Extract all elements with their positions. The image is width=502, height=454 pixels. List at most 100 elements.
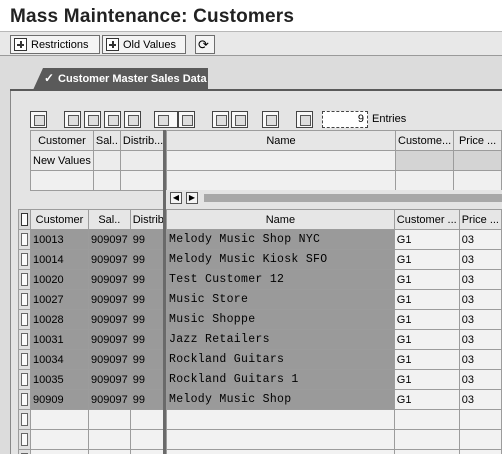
refresh-button[interactable]: ⟳ [195, 35, 215, 54]
sales-org-cell[interactable]: 909097 [88, 229, 131, 250]
customer-group-cell[interactable]: G1 [393, 349, 460, 370]
scroll-left-icon[interactable]: ◀ [170, 192, 182, 204]
name-cell[interactable]: Music Shoppe [166, 309, 395, 330]
table-settings-icon[interactable] [21, 213, 28, 226]
scroll-right-icon[interactable]: ▶ [186, 192, 198, 204]
row-select-handle[interactable] [21, 273, 28, 286]
row-select-handle[interactable] [21, 373, 28, 386]
row-select-handle[interactable] [21, 333, 28, 346]
restrictions-button[interactable]: Restrictions [10, 35, 100, 54]
row-selector[interactable] [18, 269, 31, 290]
row-selector[interactable] [18, 409, 31, 430]
price-cell[interactable]: 03 [458, 249, 502, 270]
price-cell[interactable]: 03 [458, 389, 502, 410]
new-value-price-input[interactable] [453, 150, 502, 171]
table-row[interactable]: Melody Music Kiosk SFO G1 03 [166, 249, 502, 270]
column-header-customer[interactable]: Customer [30, 130, 94, 151]
row-select-handle[interactable] [21, 313, 28, 326]
row-select-button[interactable] [18, 429, 31, 450]
customer-cell[interactable]: 10028 [30, 309, 89, 330]
row-select-button[interactable] [18, 449, 31, 454]
customer-group-cell[interactable]: G1 [393, 329, 460, 350]
row-select-button[interactable] [18, 349, 31, 370]
customer-cell[interactable]: 10027 [30, 289, 89, 310]
row-select-button[interactable] [18, 369, 31, 390]
row-select-handle[interactable] [21, 293, 28, 306]
row-selector[interactable] [18, 229, 31, 250]
sort-descending-icon[interactable] [104, 111, 121, 128]
row-select-button[interactable] [18, 269, 31, 290]
row-select-button[interactable] [18, 309, 31, 330]
table-row[interactable]: Melody Music Shop G1 03 [166, 389, 502, 410]
column-header-name[interactable]: Name [166, 209, 395, 230]
customer-group-cell[interactable]: G1 [393, 249, 460, 270]
row-select-button[interactable] [18, 289, 31, 310]
select-all-icon[interactable] [30, 111, 47, 128]
table-row[interactable]: Rockland Guitars G1 03 [166, 349, 502, 370]
row-select-button[interactable] [18, 409, 31, 430]
new-value-name-input[interactable] [166, 150, 396, 171]
customer-cell[interactable]: 10035 [30, 369, 89, 390]
row-selector[interactable] [18, 289, 31, 310]
column-header-customer-group[interactable]: Custome... [394, 130, 455, 151]
scrollbar-thumb[interactable] [204, 194, 502, 202]
row-selector[interactable] [18, 449, 31, 454]
row-selector[interactable] [18, 389, 31, 410]
sort-ascending-icon[interactable] [84, 111, 101, 128]
customer-group-cell[interactable]: G1 [393, 229, 460, 250]
row-selector[interactable] [18, 249, 31, 270]
customer-cell[interactable]: 90909 [30, 389, 89, 410]
row-selector[interactable] [18, 309, 31, 330]
table-row[interactable]: Music Shoppe G1 03 [166, 309, 502, 330]
name-cell[interactable]: Rockland Guitars 1 [166, 369, 395, 390]
column-header-sales-org[interactable]: Sal.. [88, 209, 131, 230]
column-header-sales-org[interactable]: Sal.. [92, 130, 121, 151]
customer-cell[interactable]: 10013 [30, 229, 89, 250]
row-select-handle[interactable] [21, 433, 28, 446]
undo-icon[interactable] [178, 111, 195, 128]
price-cell[interactable]: 03 [458, 289, 502, 310]
sum-icon[interactable] [262, 111, 279, 128]
name-cell[interactable]: Rockland Guitars [166, 349, 395, 370]
price-cell[interactable]: 03 [458, 269, 502, 290]
column-header-distribution[interactable]: Distrib... [119, 130, 167, 151]
table-row[interactable]: Rockland Guitars 1 G1 03 [166, 369, 502, 390]
table-row[interactable] [166, 429, 502, 450]
sales-org-cell[interactable]: 909097 [88, 329, 131, 350]
price-cell[interactable]: 03 [458, 309, 502, 330]
filter-icon[interactable] [231, 111, 248, 128]
column-header-customer-group[interactable]: Customer ... [393, 209, 460, 230]
print-icon[interactable] [212, 111, 229, 128]
row-select-handle[interactable] [21, 353, 28, 366]
name-cell[interactable]: Melody Music Shop [166, 389, 395, 410]
row-selector[interactable] [18, 429, 31, 450]
column-header-customer[interactable]: Customer [30, 209, 89, 230]
name-cell[interactable]: Music Store [166, 289, 395, 310]
column-header-name[interactable]: Name [166, 130, 396, 151]
old-values-button[interactable]: Old Values [102, 35, 186, 54]
row-select-button[interactable] [18, 329, 31, 350]
customer-cell[interactable]: 10034 [30, 349, 89, 370]
price-cell[interactable]: 03 [458, 349, 502, 370]
column-header-price[interactable]: Price ... [453, 130, 502, 151]
name-cell[interactable]: Melody Music Kiosk SFO [166, 249, 395, 270]
sales-org-cell[interactable]: 909097 [88, 349, 131, 370]
layout-icon[interactable] [154, 111, 178, 128]
price-cell[interactable]: 03 [458, 229, 502, 250]
export-icon[interactable] [296, 111, 313, 128]
row-selector[interactable] [18, 329, 31, 350]
price-cell[interactable]: 03 [458, 369, 502, 390]
find-icon[interactable] [124, 111, 141, 128]
row-selector[interactable] [18, 369, 31, 390]
sales-org-cell[interactable]: 909097 [88, 249, 131, 270]
select-all-rows-icon[interactable] [18, 209, 31, 230]
sales-org-cell[interactable]: 909097 [88, 289, 131, 310]
name-cell[interactable]: Jazz Retailers [166, 329, 395, 350]
new-value-group-input[interactable] [394, 150, 455, 171]
row-select-button[interactable] [18, 389, 31, 410]
sales-org-cell[interactable]: 909097 [88, 369, 131, 390]
grid-splitter[interactable] [163, 130, 166, 454]
details-icon[interactable] [64, 111, 81, 128]
table-row[interactable]: Test Customer 12 G1 03 [166, 269, 502, 290]
customer-group-cell[interactable]: G1 [393, 289, 460, 310]
